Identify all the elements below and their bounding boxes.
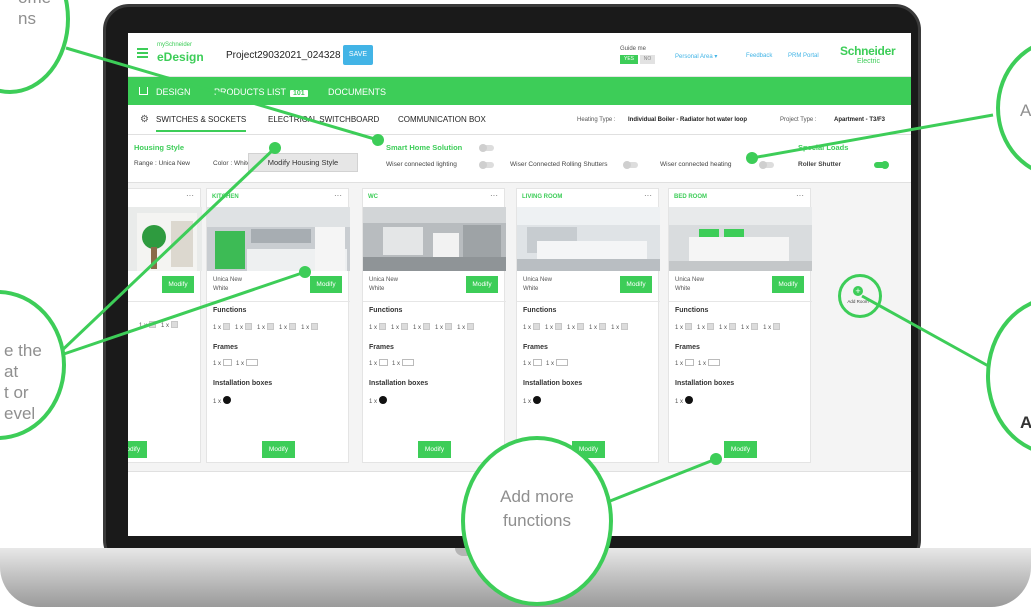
- callout-text: ome: [18, 0, 51, 8]
- callout-text: A: [1020, 412, 1031, 433]
- callout-pin: [710, 453, 722, 465]
- callout-text: e the: [4, 341, 42, 360]
- callout-text: Add more: [500, 487, 574, 506]
- callout-text: evel: [4, 404, 36, 423]
- callout-bottom: Add more functions: [461, 436, 613, 606]
- callout-pin: [299, 266, 311, 278]
- add-room-highlight: [838, 274, 882, 318]
- callout-pin: [269, 142, 281, 154]
- callout-text: t or: [4, 383, 29, 402]
- callout-text: ns: [18, 9, 36, 28]
- callout-text: functions: [502, 511, 572, 530]
- callout-pin: [372, 134, 384, 146]
- callout-text: A: [1020, 101, 1031, 120]
- callout-text: at: [4, 362, 19, 381]
- callout-pin: [746, 152, 758, 164]
- stage: mySchneider eDesign Project29032021_0243…: [0, 0, 1031, 607]
